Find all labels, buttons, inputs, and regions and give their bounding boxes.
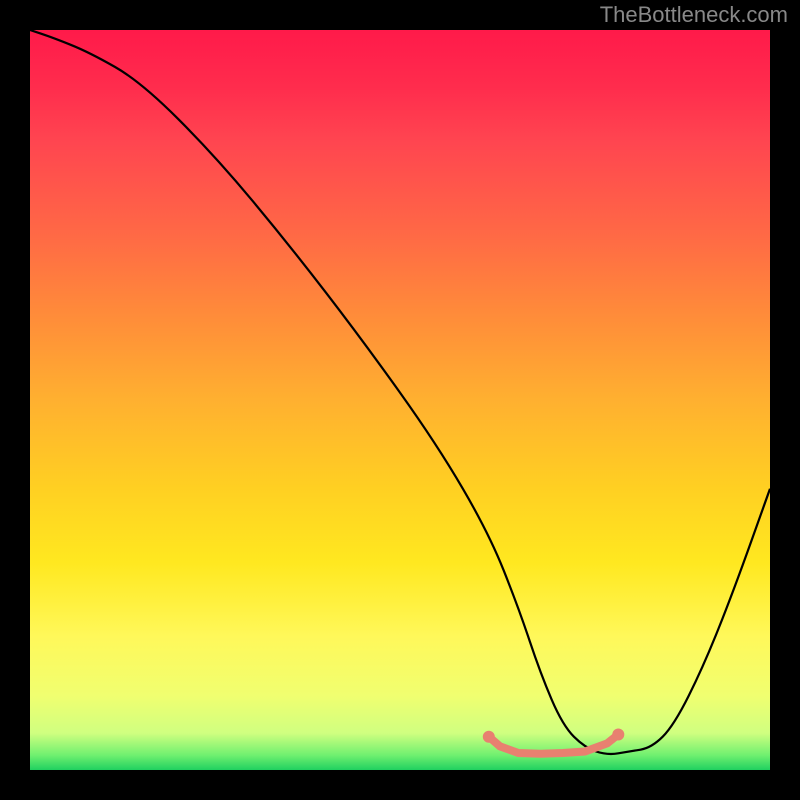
chart-plot-area [30,30,770,770]
highlight-connector [489,734,619,753]
bottleneck-curve-path [30,30,770,754]
highlight-marker-dot [612,728,624,740]
chart-svg [30,30,770,770]
attribution-text: TheBottleneck.com [600,2,788,28]
highlight-markers [483,728,625,753]
highlight-marker-dot [483,731,495,743]
